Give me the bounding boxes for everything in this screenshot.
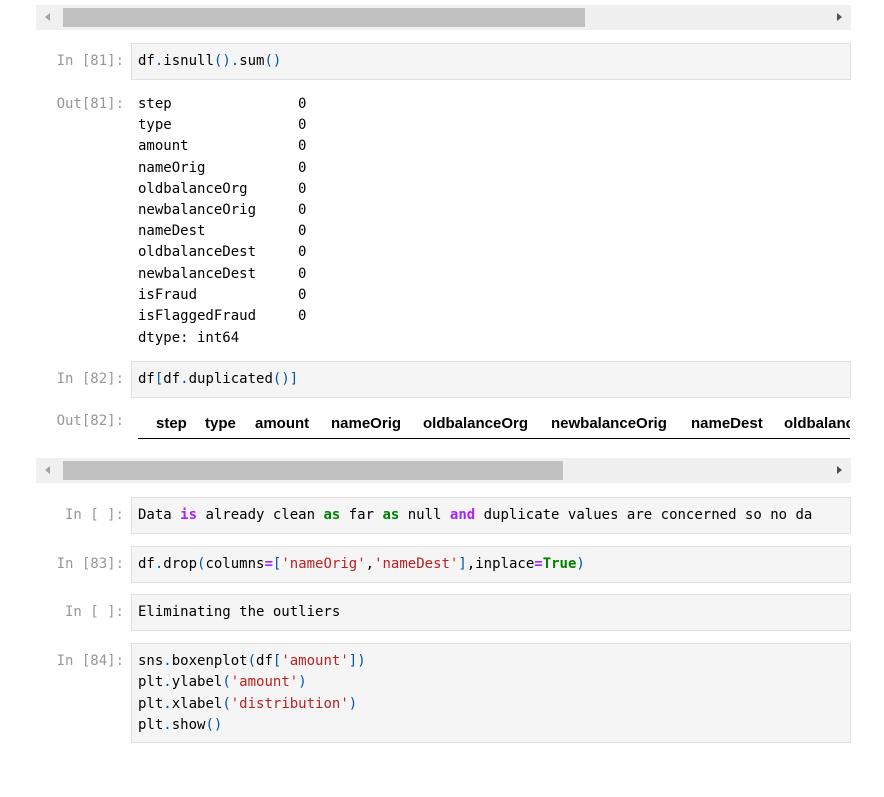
keyword-as: as [323, 507, 341, 523]
code-text: ]) [348, 653, 366, 669]
header-divider [138, 438, 850, 439]
string-literal: 'amount' [281, 653, 349, 669]
note-text: duplicate values are concerned so no da [475, 507, 813, 523]
note-text: already clean [197, 507, 324, 523]
note-text: Eliminating the outliers [138, 604, 341, 620]
dtype-line: dtype: int64 [138, 330, 240, 346]
code-text: df[df.duplicated()] [138, 371, 299, 387]
input-prompt-empty: In [ ]: [64, 604, 124, 620]
scroll-left-arrow-icon[interactable] [36, 458, 61, 483]
code-text: ) [298, 674, 307, 691]
top-horizontal-scrollbar[interactable] [36, 5, 851, 30]
column-name: step [138, 96, 172, 112]
column-header: newbalanceOrig [551, 415, 667, 432]
isnull-row: nameDest 0 [138, 221, 338, 242]
isnull-row: step 0 [138, 94, 338, 115]
null-count: 0 [298, 180, 307, 197]
column-header: type [205, 415, 236, 432]
input-prompt-81: In [81]: [56, 53, 124, 69]
string-literal: 'distribution' [230, 695, 349, 712]
isnull-row: isFraud 0 [138, 285, 338, 306]
column-name: oldbalanceOrg [138, 180, 248, 197]
keyword-and: and [449, 507, 476, 523]
column-name: type [138, 117, 172, 134]
note-line: Eliminating the outliers [138, 602, 340, 623]
note-line: Data is already clean as far as null and… [138, 505, 850, 526]
column-name: newbalanceOrig [138, 202, 257, 218]
column-header: oldbalanceDest [784, 415, 850, 432]
column-name: nameOrig [138, 159, 206, 176]
null-count: 0 [298, 286, 307, 303]
column-name: isFlaggedFraud [138, 308, 257, 324]
string-literal: 'amount' [230, 674, 299, 691]
note-text: null [399, 507, 450, 523]
code-text: plt.ylabel( [138, 674, 231, 691]
column-name: newbalanceDest [138, 265, 257, 282]
null-count: 0 [298, 138, 307, 155]
code-text: ],inplace= [458, 556, 543, 572]
code-line: sns.boxenplot(df['amount']) [138, 651, 366, 672]
code-text: ) [348, 695, 358, 712]
column-header: amount [255, 415, 310, 432]
string-literal: 'nameOrig' [281, 556, 366, 572]
isnull-row: amount 0 [138, 136, 338, 157]
null-count: 0 [298, 159, 307, 176]
code-text: sns.boxenplot(df[ [138, 653, 282, 669]
code-text: ) [576, 556, 585, 572]
dataframe-header: step type amount nameOrig oldbalanceOrg … [138, 413, 850, 437]
column-header: nameOrig [331, 415, 402, 432]
input-prompt-83: In [83]: [56, 556, 124, 572]
code-text: df.drop(columns=[ [138, 556, 282, 572]
keyword-as: as [382, 507, 400, 523]
scroll-right-arrow-icon[interactable] [826, 5, 851, 30]
column-header: step [156, 415, 187, 432]
code-block: sns.boxenplot(df['amount']) plt.ylabel('a… [138, 651, 366, 736]
null-count: 0 [298, 223, 307, 240]
code-text: plt.xlabel( [138, 695, 231, 712]
column-name: oldbalanceDest [138, 244, 257, 261]
isnull-row: oldbalanceOrg 0 [138, 179, 338, 200]
scroll-right-arrow-icon[interactable] [826, 458, 851, 483]
isnull-row: type 0 [138, 115, 338, 136]
note-text: Data [138, 507, 181, 523]
scroll-left-arrow-icon[interactable] [36, 5, 61, 30]
keyword-true: True [542, 556, 577, 572]
column-name: isFraud [138, 286, 198, 303]
scrollbar-thumb[interactable] [63, 8, 585, 27]
output-prompt-82: Out[82]: [56, 413, 124, 429]
scrollbar-thumb[interactable] [63, 461, 563, 480]
keyword-is: is [180, 507, 198, 523]
null-count: 0 [298, 202, 307, 218]
code-text: df.isnull().sum() [138, 53, 282, 69]
input-prompt-82: In [82]: [56, 371, 124, 387]
string-literal: 'nameDest' [374, 556, 459, 572]
code-line: df[df.duplicated()] [138, 369, 298, 390]
isnull-row: oldbalanceDest 0 [138, 242, 338, 263]
column-name: amount [138, 138, 189, 155]
code-text: , [365, 556, 375, 572]
null-count: 0 [298, 265, 307, 282]
code-line: plt.show() [138, 715, 366, 736]
isnull-row: nameOrig 0 [138, 158, 338, 179]
column-name: nameDest [138, 223, 206, 240]
code-text: plt.show() [138, 716, 223, 733]
column-header: nameDest [691, 415, 763, 432]
null-count: 0 [298, 117, 307, 134]
code-line: plt.ylabel('amount') [138, 672, 366, 693]
code-line: plt.xlabel('distribution') [138, 694, 366, 715]
input-prompt-empty: In [ ]: [64, 507, 124, 523]
null-count: 0 [298, 308, 307, 324]
input-prompt-84: In [84]: [56, 653, 124, 669]
isnull-row: newbalanceDest 0 [138, 264, 338, 285]
output-horizontal-scrollbar[interactable] [36, 458, 851, 483]
isnull-row: newbalanceOrig 0 [138, 200, 338, 221]
output-prompt-81: Out[81]: [56, 96, 124, 112]
note-text: far [340, 507, 383, 523]
null-count: 0 [298, 244, 307, 261]
code-line: df.drop(columns=['nameOrig','nameDest'],… [138, 554, 585, 575]
code-line: df.isnull().sum() [138, 51, 281, 72]
null-count: 0 [298, 96, 307, 112]
column-header: oldbalanceOrg [423, 415, 529, 432]
isnull-row: isFlaggedFraud 0 [138, 306, 338, 327]
